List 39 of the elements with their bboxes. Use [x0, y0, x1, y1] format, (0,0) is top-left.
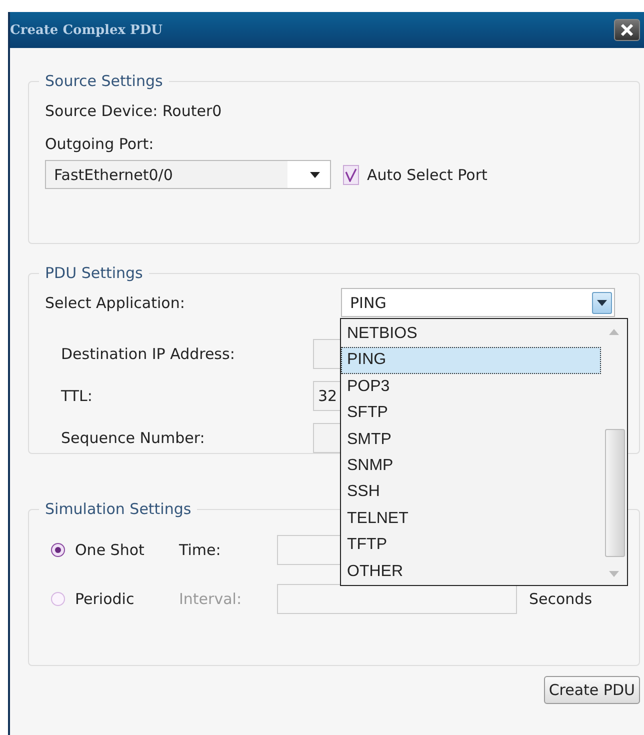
auto-select-label: Auto Select Port [367, 166, 488, 184]
source-device-label: Source Device: Router0 [45, 101, 223, 122]
create-pdu-button[interactable]: Create PDU [544, 676, 640, 704]
radio-button[interactable] [51, 543, 65, 557]
group-title: Simulation Settings [44, 500, 192, 518]
dropdown-option[interactable]: NETBIOS [341, 321, 601, 348]
dropdown-option[interactable]: TFTP [341, 532, 601, 559]
dropdown-option[interactable]: PING [341, 347, 601, 374]
caret-icon [597, 300, 607, 306]
scroll-thumb[interactable] [605, 429, 625, 557]
dropdown-option[interactable]: TELNET [341, 506, 601, 532]
port-dropdown[interactable]: FastEthernet0/0 [45, 160, 331, 189]
application-label: Select Application: [45, 294, 186, 312]
unit-label: Seconds [529, 590, 592, 608]
mode-label: One Shot [75, 541, 146, 559]
dropdown-option[interactable]: SFTP [341, 400, 601, 427]
group-title: Source Settings [44, 72, 164, 90]
dropdown-option[interactable]: SMTP [341, 426, 601, 453]
dropdown-option[interactable]: SNMP [341, 452, 601, 480]
window-title: Create Complex PDU [10, 22, 162, 38]
outgoing-port-label: Outgoing Port: [45, 134, 155, 155]
field-label: Time: [179, 541, 222, 559]
dropdown-option[interactable]: OTHER [341, 558, 601, 585]
dropdown-option[interactable]: POP3 [341, 374, 601, 400]
field-label: Destination IP Address: [61, 345, 236, 363]
auto-select-checkbox[interactable] [343, 164, 359, 184]
dropdown-option[interactable]: SSH [341, 479, 601, 506]
close-button[interactable] [614, 19, 640, 41]
field-label: TTL: [61, 387, 94, 405]
dropdown-button[interactable] [592, 292, 612, 314]
caret-icon [310, 172, 320, 178]
field-label: Interval: [179, 590, 242, 608]
input-field[interactable] [277, 584, 517, 614]
close-icon [620, 23, 634, 37]
mode-label: Periodic [75, 590, 136, 608]
radio-button[interactable] [51, 592, 65, 606]
field-label: Sequence Number: [61, 429, 206, 447]
group-title: PDU Settings [44, 264, 144, 282]
application-dropdown[interactable]: PING [341, 288, 615, 317]
